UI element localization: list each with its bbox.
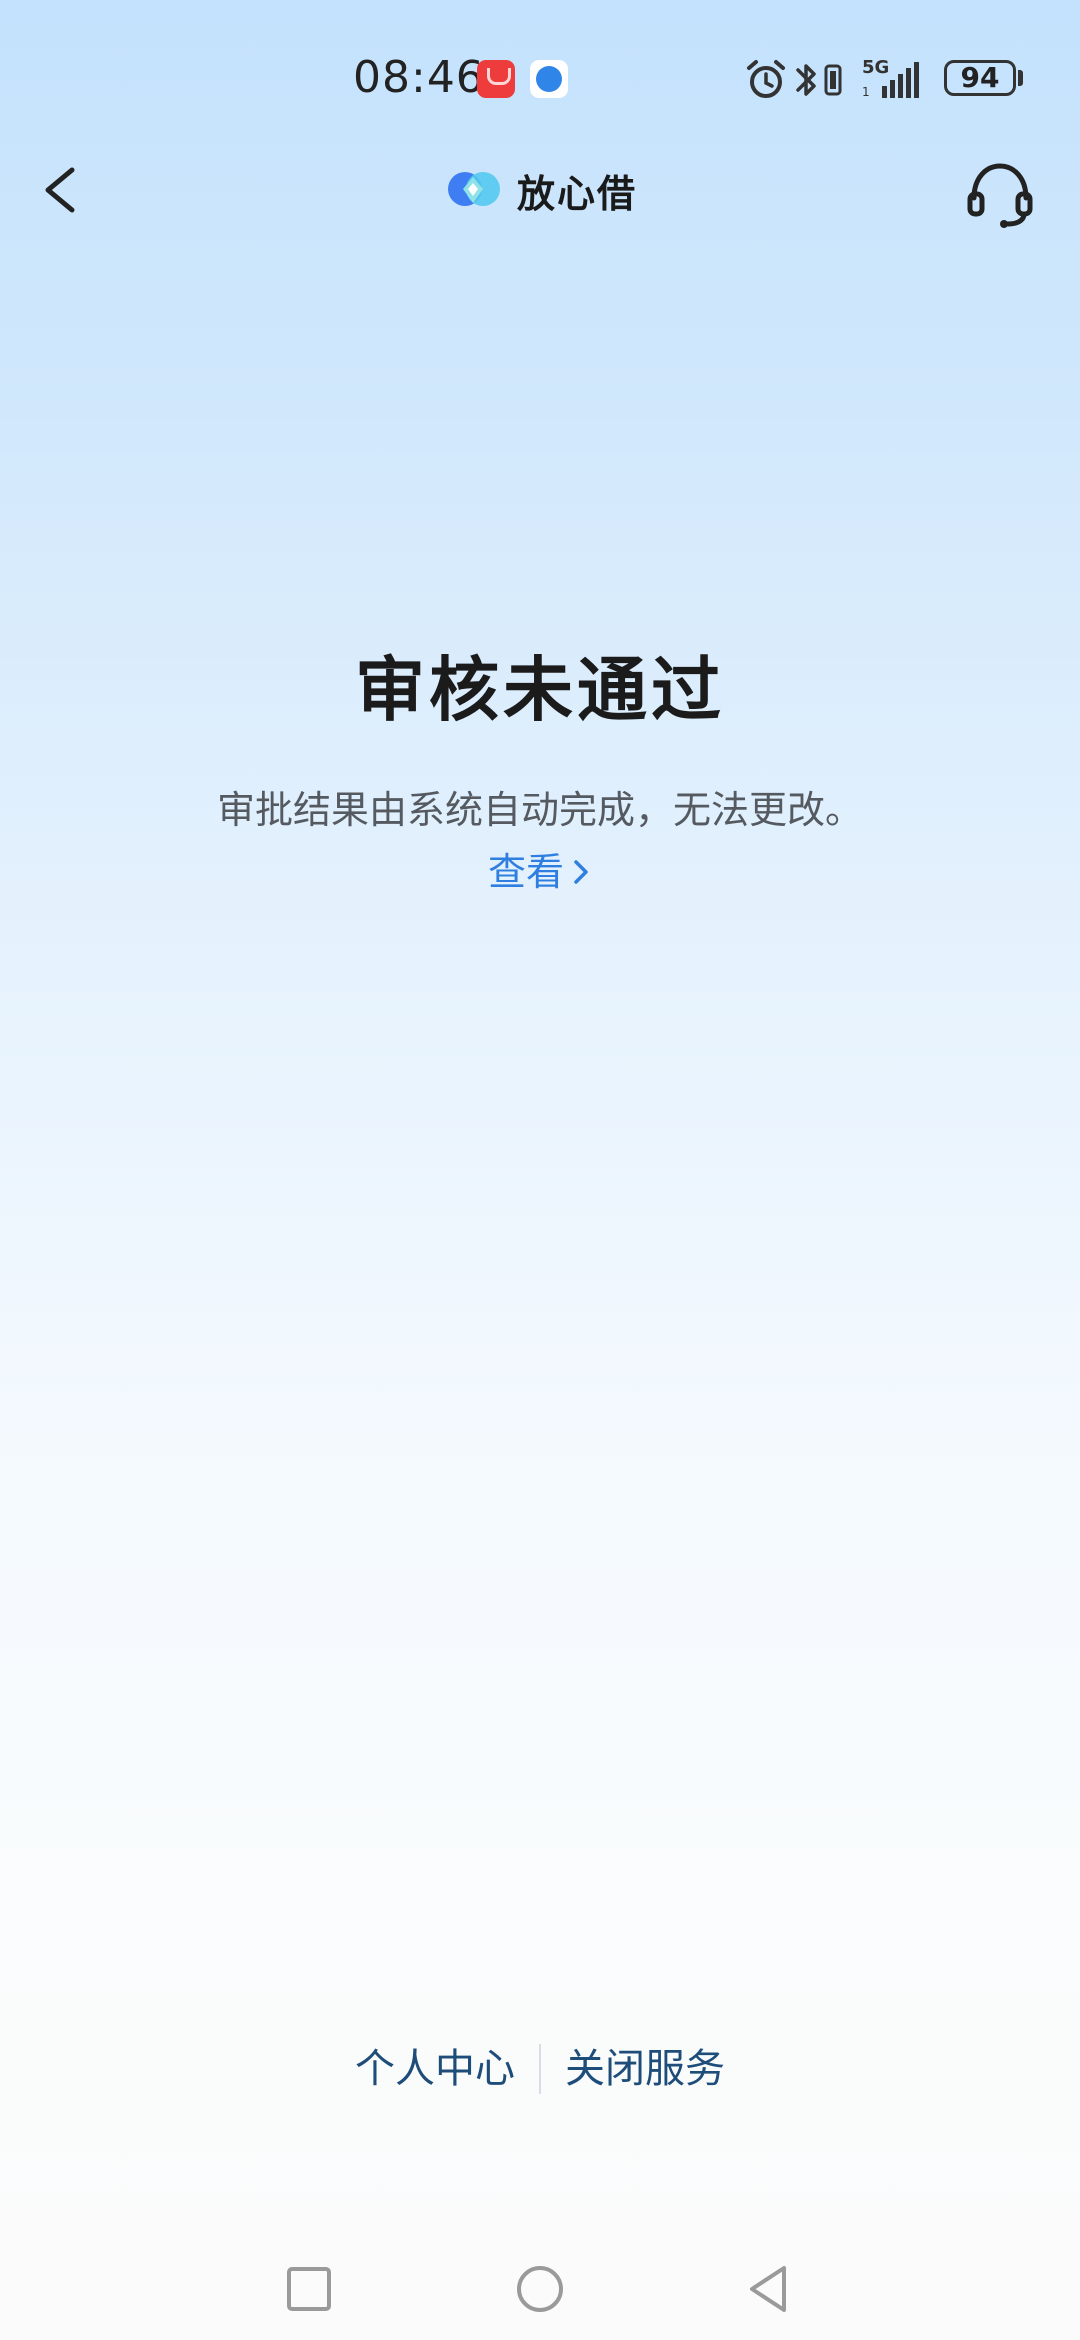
svg-text:1: 1 bbox=[862, 85, 870, 99]
home-circle-icon[interactable] bbox=[513, 2262, 567, 2316]
result-description: 审批结果由系统自动完成，无法更改。 bbox=[216, 788, 863, 832]
bottom-links: 个人中心 关闭服务 bbox=[0, 2036, 1080, 2102]
alarm-icon bbox=[747, 60, 785, 98]
status-bar: 08:46 5G 1 94 bbox=[0, 0, 1080, 150]
result-title: 审核未通过 bbox=[355, 649, 725, 731]
headset-icon bbox=[967, 163, 1033, 228]
brand-logo-icon bbox=[448, 172, 500, 206]
brand-name: 放心借 bbox=[517, 171, 638, 216]
huawei-appgallery-icon bbox=[477, 60, 515, 98]
personal-center-link[interactable]: 个人中心 bbox=[331, 2036, 539, 2102]
chevron-right-icon bbox=[574, 860, 588, 884]
view-link[interactable]: 查看 bbox=[488, 842, 592, 902]
view-link-row: 查看 bbox=[0, 842, 1080, 902]
recents-square-icon[interactable] bbox=[282, 2262, 336, 2316]
back-button[interactable] bbox=[30, 150, 100, 230]
back-triangle-icon[interactable] bbox=[742, 2262, 796, 2316]
browser-globe-icon bbox=[530, 60, 568, 98]
chevron-left-icon bbox=[45, 167, 75, 213]
brand: 放心借 bbox=[445, 160, 637, 220]
battery-tip bbox=[1018, 70, 1023, 86]
battery-indicator: 94 bbox=[944, 60, 1016, 96]
signal-icon: 1 bbox=[862, 62, 919, 99]
status-time: 08:46 bbox=[353, 52, 485, 103]
customer-service-button[interactable] bbox=[962, 156, 1038, 232]
system-navigation-bar bbox=[0, 2240, 1080, 2340]
close-service-link[interactable]: 关闭服务 bbox=[541, 2036, 749, 2102]
view-link-label: 查看 bbox=[487, 850, 564, 894]
bluetooth-icon bbox=[796, 64, 816, 96]
vibrate-icon bbox=[824, 64, 842, 96]
